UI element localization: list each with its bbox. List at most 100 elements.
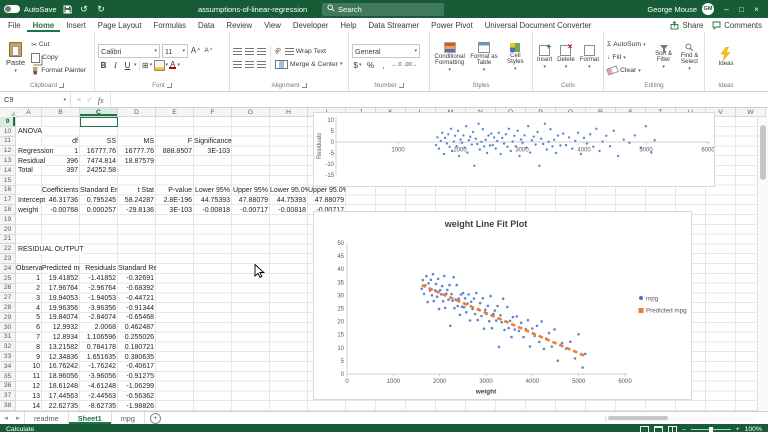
horizontal-scrollbar[interactable] (605, 415, 756, 422)
cell-A30[interactable]: 6 (16, 323, 42, 333)
cell-C17[interactable]: 0.795245 (80, 195, 118, 205)
cell-F12[interactable]: 3E-103 (194, 146, 232, 156)
format-cells-button[interactable]: Format▾ (580, 34, 599, 81)
clipboard-dialog-launcher[interactable] (59, 83, 64, 88)
ribbon-tab-home[interactable]: Home (27, 18, 61, 32)
copy-button[interactable]: Copy (31, 52, 86, 64)
row-header-17[interactable]: 17 (0, 195, 16, 205)
ideas-button[interactable]: Ideas (719, 34, 734, 81)
cell-A33[interactable]: 9 (16, 352, 42, 362)
cell-B38[interactable]: 22.62735 (42, 401, 80, 411)
row-header-9[interactable]: 9 (0, 117, 16, 127)
borders-button[interactable]: ⊞▾ (142, 59, 153, 71)
row-header-22[interactable]: 22 (0, 244, 16, 254)
cell-A36[interactable]: 12 (16, 382, 42, 392)
number-dialog-launcher[interactable] (399, 83, 404, 88)
cell-B26[interactable]: 17.96764 (42, 284, 80, 294)
currency-button[interactable]: $▾ (352, 59, 363, 71)
row-header-13[interactable]: 13 (0, 156, 16, 166)
cell-styles-button[interactable]: Cell Styles ▾ (502, 34, 528, 81)
align-left-icon[interactable] (233, 61, 242, 68)
align-bottom-icon[interactable] (257, 48, 266, 55)
cell-A24[interactable]: Observation (16, 264, 42, 274)
sort-filter-button[interactable]: Sort & Filter▾ (652, 34, 675, 81)
comma-button[interactable]: , (378, 59, 389, 71)
cell-H17[interactable]: 44.75393 (270, 195, 308, 205)
cell-B17[interactable]: 46.31736 (42, 195, 80, 205)
cell-E16[interactable]: P-value (156, 186, 194, 196)
percent-button[interactable]: % (365, 59, 376, 71)
cell-B35[interactable]: 18.96056 (42, 372, 80, 382)
format-painter-button[interactable]: Format Painter (31, 65, 86, 77)
page-layout-view-icon[interactable] (654, 426, 663, 432)
cell-G16[interactable]: Upper 95% (232, 186, 270, 196)
cell-F16[interactable]: Lower 95% (194, 186, 232, 196)
alignment-dialog-launcher[interactable] (302, 83, 307, 88)
vertical-scroll-thumb[interactable] (760, 125, 766, 180)
cell-A14[interactable]: Total (16, 166, 33, 176)
spreadsheet-grid[interactable]: ABCDEFGHIJKLMNOPQRSTUVW91011121314151617… (0, 108, 768, 411)
cell-D30[interactable]: 0.462487 (118, 323, 156, 333)
row-header-12[interactable]: 12 (0, 146, 16, 156)
row-header-34[interactable]: 34 (0, 362, 16, 372)
row-header-26[interactable]: 26 (0, 284, 16, 294)
row-header-15[interactable]: 15 (0, 176, 16, 186)
clear-button[interactable]: Clear▾ (607, 65, 649, 77)
cell-C14[interactable]: 24252.58 (80, 166, 118, 176)
row-header-25[interactable]: 25 (0, 274, 16, 284)
cell-A10[interactable]: ANOVA (16, 127, 42, 137)
cell-B13[interactable]: 396 (42, 156, 80, 166)
column-header-H[interactable]: H (270, 108, 308, 117)
close-button[interactable]: × (749, 5, 764, 14)
align-top-icon[interactable] (233, 48, 242, 55)
delete-cells-button[interactable]: Delete▾ (557, 34, 575, 81)
row-header-29[interactable]: 29 (0, 313, 16, 323)
row-header-20[interactable]: 20 (0, 225, 16, 235)
next-sheet-icon[interactable]: ▸ (12, 414, 24, 422)
align-right-icon[interactable] (257, 61, 266, 68)
fill-color-button[interactable]: ▾ (154, 59, 169, 71)
cell-B27[interactable]: 19.94053 (42, 293, 80, 303)
cell-A27[interactable]: 3 (16, 293, 42, 303)
ribbon-tab-data-streamer[interactable]: Data Streamer (362, 18, 425, 32)
row-header-16[interactable]: 16 (0, 186, 16, 196)
residual-plot-chart[interactable]: 1050-5-10-15100020003000400050006000Resi… (313, 112, 715, 187)
orientation-button[interactable]: ab (274, 47, 283, 56)
ribbon-tab-formulas[interactable]: Formulas (148, 18, 193, 32)
font-size-select[interactable]: 11▾ (162, 44, 188, 58)
cell-B33[interactable]: 12.34836 (42, 352, 80, 362)
cell-B32[interactable]: 13.21582 (42, 342, 80, 352)
grow-font-button[interactable]: A˄ (190, 44, 201, 56)
row-header-35[interactable]: 35 (0, 372, 16, 382)
new-sheet-button[interactable]: + (150, 413, 161, 424)
row-header-38[interactable]: 38 (0, 401, 16, 411)
cell-D36[interactable]: -1.06299 (118, 382, 156, 392)
undo-icon[interactable]: ↺ (78, 3, 91, 16)
comments-button[interactable]: Comments (712, 21, 762, 30)
ribbon-tab-developer[interactable]: Developer (287, 18, 335, 32)
cell-A31[interactable]: 7 (16, 333, 42, 343)
avatar[interactable]: GM (702, 3, 714, 15)
row-header-14[interactable]: 14 (0, 166, 16, 176)
prev-sheet-icon[interactable]: ◂ (0, 414, 12, 422)
row-header-23[interactable]: 23 (0, 254, 16, 264)
zoom-level[interactable]: 100% (745, 426, 762, 432)
cell-C37[interactable]: -2.44563 (80, 391, 118, 401)
cell-C27[interactable]: -1.94053 (80, 293, 118, 303)
cell-D37[interactable]: -0.56362 (118, 391, 156, 401)
minimize-button[interactable]: – (719, 5, 734, 14)
column-header-C[interactable]: C (80, 108, 118, 117)
cell-B12[interactable]: 1 (42, 146, 80, 156)
row-header-21[interactable]: 21 (0, 235, 16, 245)
row-header-10[interactable]: 10 (0, 127, 16, 137)
cell-C18[interactable]: 0.000257 (80, 205, 118, 215)
user-name[interactable]: George Mouse (647, 5, 697, 14)
autosave-toggle[interactable] (4, 5, 20, 13)
cell-D28[interactable]: -0.91344 (118, 303, 156, 313)
cell-E17[interactable]: 2.8E-196 (156, 195, 194, 205)
share-button[interactable]: Share (670, 21, 703, 30)
column-header-E[interactable]: E (156, 108, 194, 117)
autosum-button[interactable]: ΣAutoSum▾ (607, 39, 649, 51)
cell-E12[interactable]: 888.8507 (156, 146, 194, 156)
row-header-11[interactable]: 11 (0, 137, 16, 147)
